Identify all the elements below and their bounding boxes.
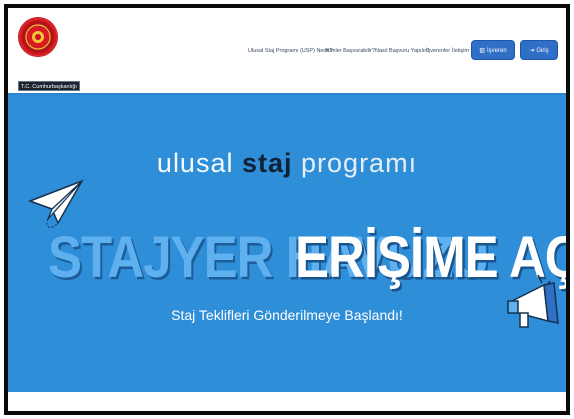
paper-plane-icon — [28, 179, 84, 228]
page-bottom-area — [8, 392, 566, 411]
nav-link-how-to-apply[interactable]: Nasıl Başvuru Yapılır? — [375, 45, 429, 57]
login-button[interactable]: ⇥ Giriş — [520, 40, 558, 60]
browser-frame: T.C. Cumhurbaşkanlığı Ulusal Staj Progra… — [4, 4, 570, 415]
program-brand: ulusal staj programı — [8, 148, 566, 179]
login-arrow-icon: ⇥ — [529, 48, 535, 54]
brand-word-staj: staj — [241, 148, 293, 178]
employer-register-label: İşveren Kaydı — [485, 48, 507, 74]
nav-link-contact[interactable]: İletişim — [452, 45, 469, 57]
nav-link-what-is-usp[interactable]: Ulusal Staj Programı (USP) Nedir? — [248, 45, 333, 57]
brand-word-ulusal: ulusal — [156, 148, 234, 178]
login-label: Giriş — [536, 48, 549, 54]
instagram-icon[interactable]: ◎ — [565, 367, 566, 375]
employer-register-button[interactable]: ▥ İşveren Kaydı — [471, 40, 515, 74]
nav-link-employers[interactable]: İşverenler — [426, 45, 450, 57]
megaphone-icon — [507, 274, 559, 328]
linkedin-icon[interactable]: in — [565, 289, 566, 296]
facebook-icon[interactable]: f — [565, 315, 566, 322]
hero-banner[interactable]: ulusal staj programı STAJYER HAVUZU ERİŞ… — [8, 93, 566, 392]
presidency-seal-logo[interactable] — [19, 18, 57, 56]
logo-caption: T.C. Cumhurbaşkanlığı — [18, 81, 80, 91]
seal-emblem-icon — [25, 24, 51, 50]
twitter-icon[interactable]: t — [565, 341, 566, 348]
site-header: T.C. Cumhurbaşkanlığı Ulusal Staj Progra… — [8, 8, 566, 93]
hero-tagline: Staj Teklifleri Gönderilmeye Başlandı! — [171, 307, 403, 323]
nav-link-who-can-apply[interactable]: Kimler Başvurabilir? — [326, 45, 375, 57]
hero-top-edge — [8, 93, 566, 95]
brand-word-programi: programı — [301, 148, 418, 178]
headline: STAJYER HAVUZU ERİŞİME AÇILDI — [48, 223, 566, 290]
building-icon: ▥ — [479, 48, 485, 54]
